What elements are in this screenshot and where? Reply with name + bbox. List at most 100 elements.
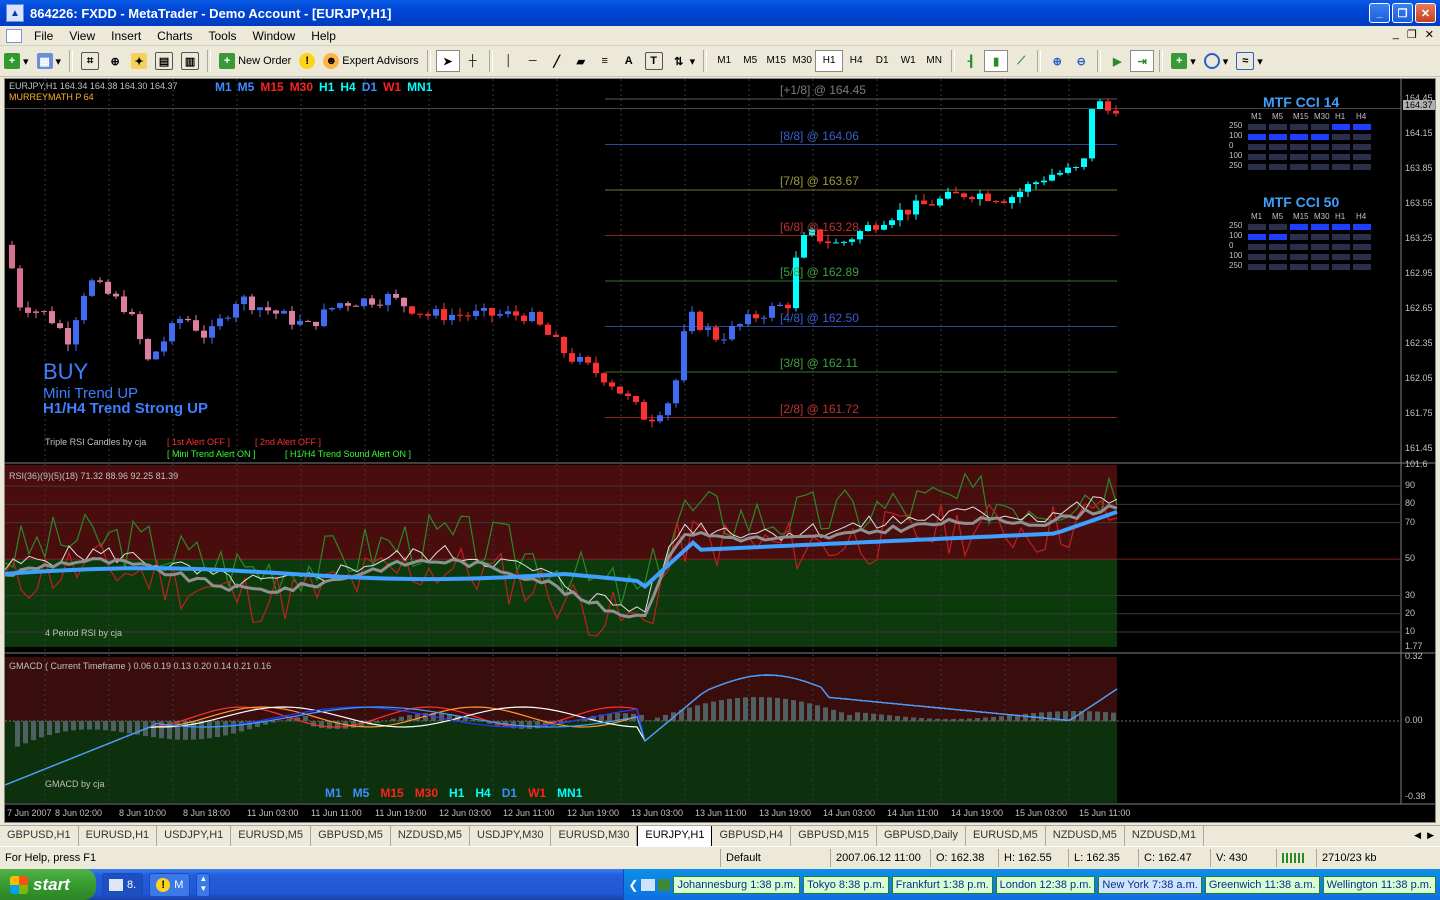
autoscroll-button[interactable]: ▶: [1106, 50, 1128, 72]
line-chart-button[interactable]: ⟋: [1010, 50, 1032, 72]
terminal-icon: ▤: [155, 52, 174, 70]
chart-shift-button[interactable]: ⇥: [1130, 50, 1155, 72]
tab-eurusd-m5[interactable]: EURUSD,M5: [231, 826, 312, 847]
mdi-restore-icon[interactable]: ❐: [1407, 28, 1417, 41]
chart-window[interactable]: EURJPY,H1 164.34 164.38 164.30 164.37 MU…: [4, 78, 1436, 823]
start-button[interactable]: start: [0, 869, 96, 900]
metatrader-app-icon[interactable]: ▲: [6, 4, 24, 22]
world-clock[interactable]: New York 7:38 a.m.: [1098, 875, 1202, 894]
close-button[interactable]: ✕: [1415, 3, 1436, 23]
trendline-button[interactable]: ╱: [546, 50, 568, 72]
tray-expand-icon[interactable]: ❮: [628, 878, 638, 892]
market-watch-button[interactable]: ⌗: [78, 50, 102, 72]
candle-body: [977, 193, 983, 200]
candlestick-button[interactable]: ▮: [984, 50, 1009, 72]
metaeditor-button[interactable]: !: [296, 50, 318, 72]
menu-charts[interactable]: Charts: [149, 29, 200, 43]
tab-gbpusd-h4[interactable]: GBPUSD,H4: [712, 826, 792, 847]
tab-eurusd-m30[interactable]: EURUSD,M30: [551, 826, 638, 847]
fibonacci-button[interactable]: ≡: [594, 50, 616, 72]
tab-scroll-left-icon[interactable]: ◀: [1414, 826, 1421, 847]
menu-insert[interactable]: Insert: [103, 29, 149, 43]
arrows-button[interactable]: ⇅ ▾: [668, 50, 699, 72]
bar-chart-button[interactable]: ┨: [960, 50, 982, 72]
timeframe-h1[interactable]: H1: [815, 50, 844, 72]
tab-eurjpy-h1[interactable]: EURJPY,H1: [637, 826, 713, 847]
tab-gbpusd-h1[interactable]: GBPUSD,H1: [0, 826, 79, 847]
mdi-controls: _ ❐ ✕: [1393, 28, 1434, 41]
data-window-button[interactable]: ⊕: [104, 50, 126, 72]
taskbar-button-1[interactable]: 8.: [102, 872, 144, 897]
candle-body: [313, 321, 319, 327]
timeframe-m5[interactable]: M5: [737, 51, 763, 71]
timeframe-m15[interactable]: M15: [763, 51, 789, 71]
world-clock[interactable]: Frankfurt 1:38 p.m.: [891, 875, 993, 894]
menu-tools[interactable]: Tools: [201, 29, 245, 43]
taskbar-group-scroll[interactable]: ▲ ▼: [196, 872, 211, 897]
tab-eurusd-h1[interactable]: EURUSD,H1: [79, 826, 158, 847]
menu-file[interactable]: File: [26, 29, 61, 43]
zoom-out-button[interactable]: ⊖: [1070, 50, 1092, 72]
text-label-button[interactable]: T: [642, 50, 666, 72]
channel-button[interactable]: ▰: [570, 50, 592, 72]
world-clock[interactable]: Greenwich 11:38 a.m.: [1204, 875, 1320, 894]
menu-view[interactable]: View: [61, 29, 103, 43]
indicators-button[interactable]: + ▾: [1168, 50, 1199, 72]
chart-window-icon[interactable]: [6, 28, 22, 43]
world-clock[interactable]: London 12:38 p.m.: [995, 875, 1096, 894]
zoom-in-button[interactable]: ⊕: [1046, 50, 1068, 72]
tab-usdjpy-m30[interactable]: USDJPY,M30: [470, 826, 552, 847]
current-price-tag: 164.37: [1403, 100, 1435, 110]
terminal-button[interactable]: ▤: [152, 50, 176, 72]
gmacd-histogram-bar: [871, 713, 876, 721]
alert-trend-sound: [ H1/H4 Trend Sound Alert ON ]: [285, 449, 412, 459]
cci-cell: [1332, 124, 1350, 130]
cursor-tool-button[interactable]: ➤: [435, 50, 460, 72]
new-chart-button[interactable]: + ▾: [1, 50, 32, 72]
world-clock[interactable]: Tokyo 8:38 p.m.: [803, 875, 889, 894]
tray-app-icon[interactable]: [658, 878, 671, 891]
gmacd-histogram-bar: [751, 697, 756, 721]
crosshair-tool-button[interactable]: ┼: [462, 50, 484, 72]
restore-button[interactable]: ❐: [1392, 3, 1413, 23]
menu-window[interactable]: Window: [245, 29, 304, 43]
tab-nzdusd-m5[interactable]: NZDUSD,M5: [391, 826, 471, 847]
periods-button[interactable]: ▾: [1201, 50, 1232, 72]
menu-help[interactable]: Help: [303, 29, 344, 43]
price-tick-label: 163.55: [1405, 198, 1433, 208]
profiles-button[interactable]: ▦ ▾: [34, 50, 65, 72]
candle-body: [217, 318, 223, 327]
tab-usdjpy-h1[interactable]: USDJPY,H1: [157, 826, 232, 847]
alert-2nd: [ 2nd Alert OFF ]: [255, 437, 322, 447]
navigator-button[interactable]: ✦: [128, 50, 150, 72]
timeframe-h4[interactable]: H4: [843, 51, 869, 71]
expert-advisors-button[interactable]: ☻ Expert Advisors: [320, 50, 421, 72]
timeframe-m30[interactable]: M30: [789, 51, 815, 71]
tab-nzdusd-m1[interactable]: NZDUSD,M1: [1125, 826, 1205, 847]
horizontal-line-button[interactable]: ─: [522, 50, 544, 72]
strategy-tester-button[interactable]: ▥: [178, 50, 202, 72]
timeframe-m1[interactable]: M1: [711, 51, 737, 71]
timeframe-mn[interactable]: MN: [921, 51, 947, 71]
new-order-button[interactable]: + New Order: [216, 50, 294, 72]
tab-eurusd-m5[interactable]: EURUSD,M5: [966, 826, 1046, 847]
world-clock[interactable]: Wellington 11:38 p.m.: [1322, 875, 1436, 894]
horizontal-line-icon: ─: [528, 55, 537, 67]
tab-gbpusd-daily[interactable]: GBPUSD,Daily: [877, 826, 966, 847]
tab-scroll-right-icon[interactable]: ▶: [1427, 826, 1434, 847]
tray-monitor-icon[interactable]: [641, 878, 656, 891]
tab-gbpusd-m15[interactable]: GBPUSD,M15: [791, 826, 877, 847]
timeframe-w1[interactable]: W1: [895, 51, 921, 71]
timeframe-d1[interactable]: D1: [869, 51, 895, 71]
mdi-close-icon[interactable]: ✕: [1425, 28, 1434, 41]
vertical-line-button[interactable]: │: [498, 50, 520, 72]
tab-gbpusd-m5[interactable]: GBPUSD,M5: [311, 826, 391, 847]
expert-advisors-icon: ☻: [323, 53, 340, 69]
tab-nzdusd-m5[interactable]: NZDUSD,M5: [1046, 826, 1125, 847]
taskbar-button-2[interactable]: ! M: [149, 872, 191, 897]
templates-button[interactable]: ≈ ▾: [1233, 50, 1266, 72]
world-clock[interactable]: Johannesburg 1:38 p.m.: [673, 875, 801, 894]
mdi-minimize-icon[interactable]: _: [1393, 28, 1399, 41]
text-tool-button[interactable]: A: [618, 50, 640, 72]
minimize-button[interactable]: _: [1369, 3, 1390, 23]
